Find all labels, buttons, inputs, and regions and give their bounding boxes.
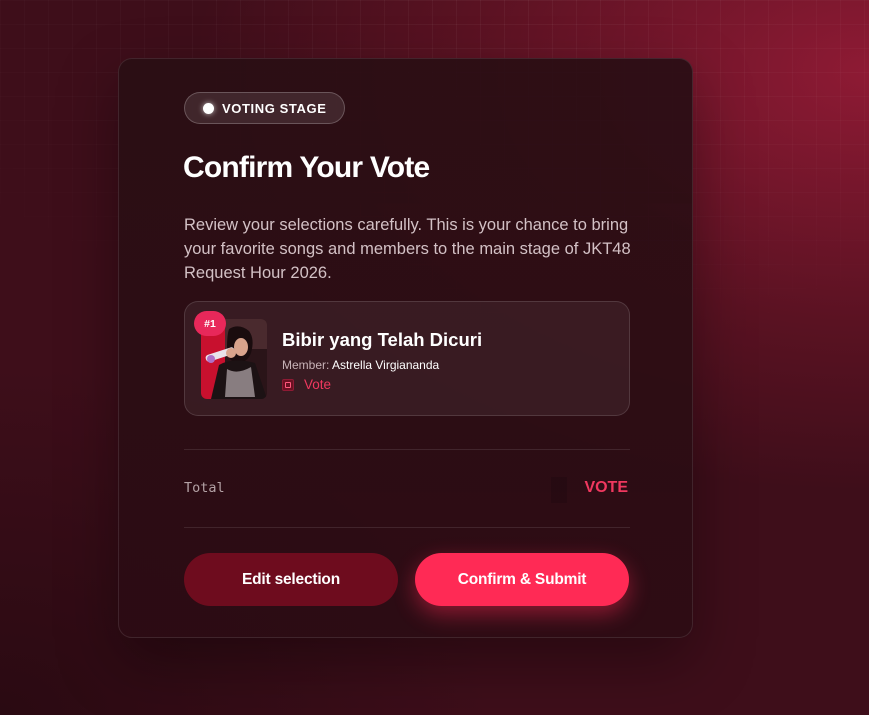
voting-stage-label: VOTING STAGE bbox=[222, 100, 327, 116]
member-line: Member: Astrella Virgiananda bbox=[282, 358, 439, 372]
vote-icon bbox=[282, 378, 294, 391]
page-title: Confirm Your Vote bbox=[183, 151, 430, 184]
voting-stage-badge: VOTING STAGE bbox=[184, 92, 346, 124]
stage-dot-icon bbox=[203, 102, 214, 114]
edit-selection-button[interactable]: Edit selection bbox=[184, 553, 398, 606]
total-swatch bbox=[551, 477, 567, 503]
rank-badge: #1 bbox=[194, 311, 226, 336]
confirm-vote-card: VOTING STAGE Confirm Your Vote Review yo… bbox=[118, 58, 693, 638]
confirm-submit-button[interactable]: Confirm & Submit bbox=[415, 553, 629, 606]
divider-top bbox=[184, 449, 630, 450]
member-prefix: Member: bbox=[282, 358, 330, 372]
member-name: Astrella Virgiananda bbox=[332, 358, 440, 372]
selection-card[interactable]: #1 Bibir yang Telah Dicuri Member: Astre… bbox=[184, 301, 630, 416]
total-label: Total bbox=[184, 480, 225, 496]
vote-type-row: Vote bbox=[282, 377, 331, 392]
divider-bottom bbox=[184, 527, 630, 528]
vote-type-label: Vote bbox=[304, 377, 332, 392]
page-description: Review your selections carefully. This i… bbox=[184, 216, 631, 282]
total-value: VOTE bbox=[584, 479, 628, 496]
song-title: Bibir yang Telah Dicuri bbox=[282, 329, 483, 350]
